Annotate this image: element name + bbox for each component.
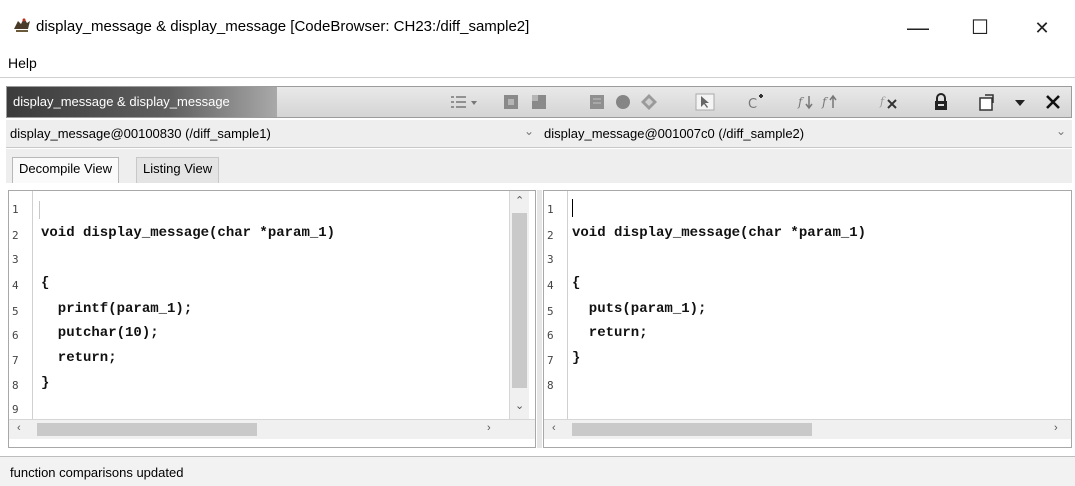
snapshot-icon[interactable] [977,93,997,111]
tab-listing-view[interactable]: Listing View [136,157,220,183]
block-icon[interactable] [587,93,607,111]
chevron-down-icon[interactable]: ⌄ [524,124,534,138]
scroll-right-icon[interactable]: › [1054,422,1058,434]
line-number: 1 [12,203,19,216]
scroll-down-icon[interactable]: ⌄ [515,399,524,412]
right-function-label[interactable]: display_message@001007c0 (/diff_sample2) [544,126,804,141]
close-button[interactable]: ✕ [1022,10,1062,46]
code-line[interactable]: return; [41,350,117,366]
text-caret [572,199,573,217]
line-number: 6 [12,329,19,342]
scroll-thumb[interactable] [37,423,257,436]
line-number: 8 [547,379,554,392]
svg-text:f: f [797,95,805,109]
maximize-button[interactable]: ☐ [960,10,1000,46]
minimize-button[interactable]: — [898,10,938,46]
nav-back-icon[interactable] [501,93,521,111]
pane-divider[interactable] [537,190,542,448]
line-number: 8 [12,379,19,392]
status-bar: function comparisons updated [0,456,1075,486]
view-tabs: Decompile View Listing View [6,149,1072,183]
circle-icon[interactable] [613,93,633,111]
menu-bar: Help [0,52,1075,78]
svg-text:C: C [748,97,757,111]
close-panel-icon[interactable] [1043,93,1063,111]
line-number: 7 [12,354,19,367]
line-number: 7 [547,354,554,367]
chevron-down-icon[interactable]: ⌄ [1056,124,1066,138]
tab-decompile-view[interactable]: Decompile View [12,157,119,183]
lock-icon[interactable] [931,93,951,111]
list-options-icon[interactable] [449,93,469,111]
code-line[interactable]: { [41,275,49,291]
code-line[interactable]: printf(param_1); [41,301,192,317]
line-number: 5 [12,305,19,318]
left-function-label[interactable]: display_message@00100830 (/diff_sample1) [10,126,271,141]
c-plus-icon[interactable]: C [747,93,767,111]
panel-title: display_message & display_message [7,87,277,117]
scroll-right-icon[interactable]: › [487,422,491,434]
svg-text:f: f [821,95,829,109]
line-number: 2 [12,229,19,242]
code-line[interactable]: putchar(10); [41,325,159,341]
scroll-thumb[interactable] [512,213,527,388]
horizontal-scrollbar[interactable]: ‹ › [9,419,535,439]
diamond-icon[interactable] [639,93,659,111]
code-line[interactable]: void display_message(char *param_1) [572,225,866,241]
status-text: function comparisons updated [10,465,184,480]
line-number: 3 [547,253,554,266]
vertical-scrollbar[interactable]: ⌃ ⌄ [509,191,529,419]
line-number: 9 [12,403,19,416]
line-number-gutter: 1 2 3 4 5 6 7 8 [544,191,568,419]
horizontal-scrollbar[interactable]: ‹ › [544,419,1071,439]
line-number-gutter: 1 2 3 4 5 6 7 8 9 [9,191,33,419]
svg-text:f: f [879,95,886,108]
dropdown-arrow-icon[interactable] [469,93,479,111]
menu-help[interactable]: Help [8,55,37,71]
dragon-icon [14,18,30,32]
line-number: 5 [547,305,554,318]
line-number: 4 [547,279,554,292]
scroll-up-icon[interactable]: ⌃ [515,194,524,207]
line-number: 2 [547,229,554,242]
line-number: 6 [547,329,554,342]
code-line[interactable]: return; [572,325,648,341]
arrow-cursor-icon[interactable] [695,93,715,111]
code-line[interactable]: puts(param_1); [572,301,707,317]
code-line[interactable]: } [41,375,49,391]
panel-header: display_message & display_message C f f … [6,86,1072,118]
left-decompile-pane[interactable]: 1 2 3 4 5 6 7 8 9 void display_message(c… [8,190,536,448]
scroll-left-icon[interactable]: ‹ [17,422,21,434]
line-number: 1 [547,203,554,216]
scroll-thumb[interactable] [572,423,812,436]
function-remove-icon[interactable]: f [879,93,899,111]
line-number: 3 [12,253,19,266]
title-bar: display_message & display_message [CodeB… [0,0,1075,52]
code-line[interactable]: } [572,350,580,366]
code-line[interactable]: { [572,275,580,291]
line-number: 4 [12,279,19,292]
code-line[interactable]: void display_message(char *param_1) [41,225,335,241]
text-caret [39,201,40,219]
function-selector-bar: display_message@00100830 (/diff_sample1)… [6,120,1072,148]
nav-forward-icon[interactable] [529,93,549,111]
scroll-left-icon[interactable]: ‹ [552,422,556,434]
window-title: display_message & display_message [CodeB… [36,18,530,35]
menu-dropdown-icon[interactable] [1013,93,1027,111]
right-decompile-pane[interactable]: 1 2 3 4 5 6 7 8 void display_message(cha… [543,190,1072,448]
function-up-icon[interactable]: f [821,93,841,111]
function-down-icon[interactable]: f [797,93,817,111]
